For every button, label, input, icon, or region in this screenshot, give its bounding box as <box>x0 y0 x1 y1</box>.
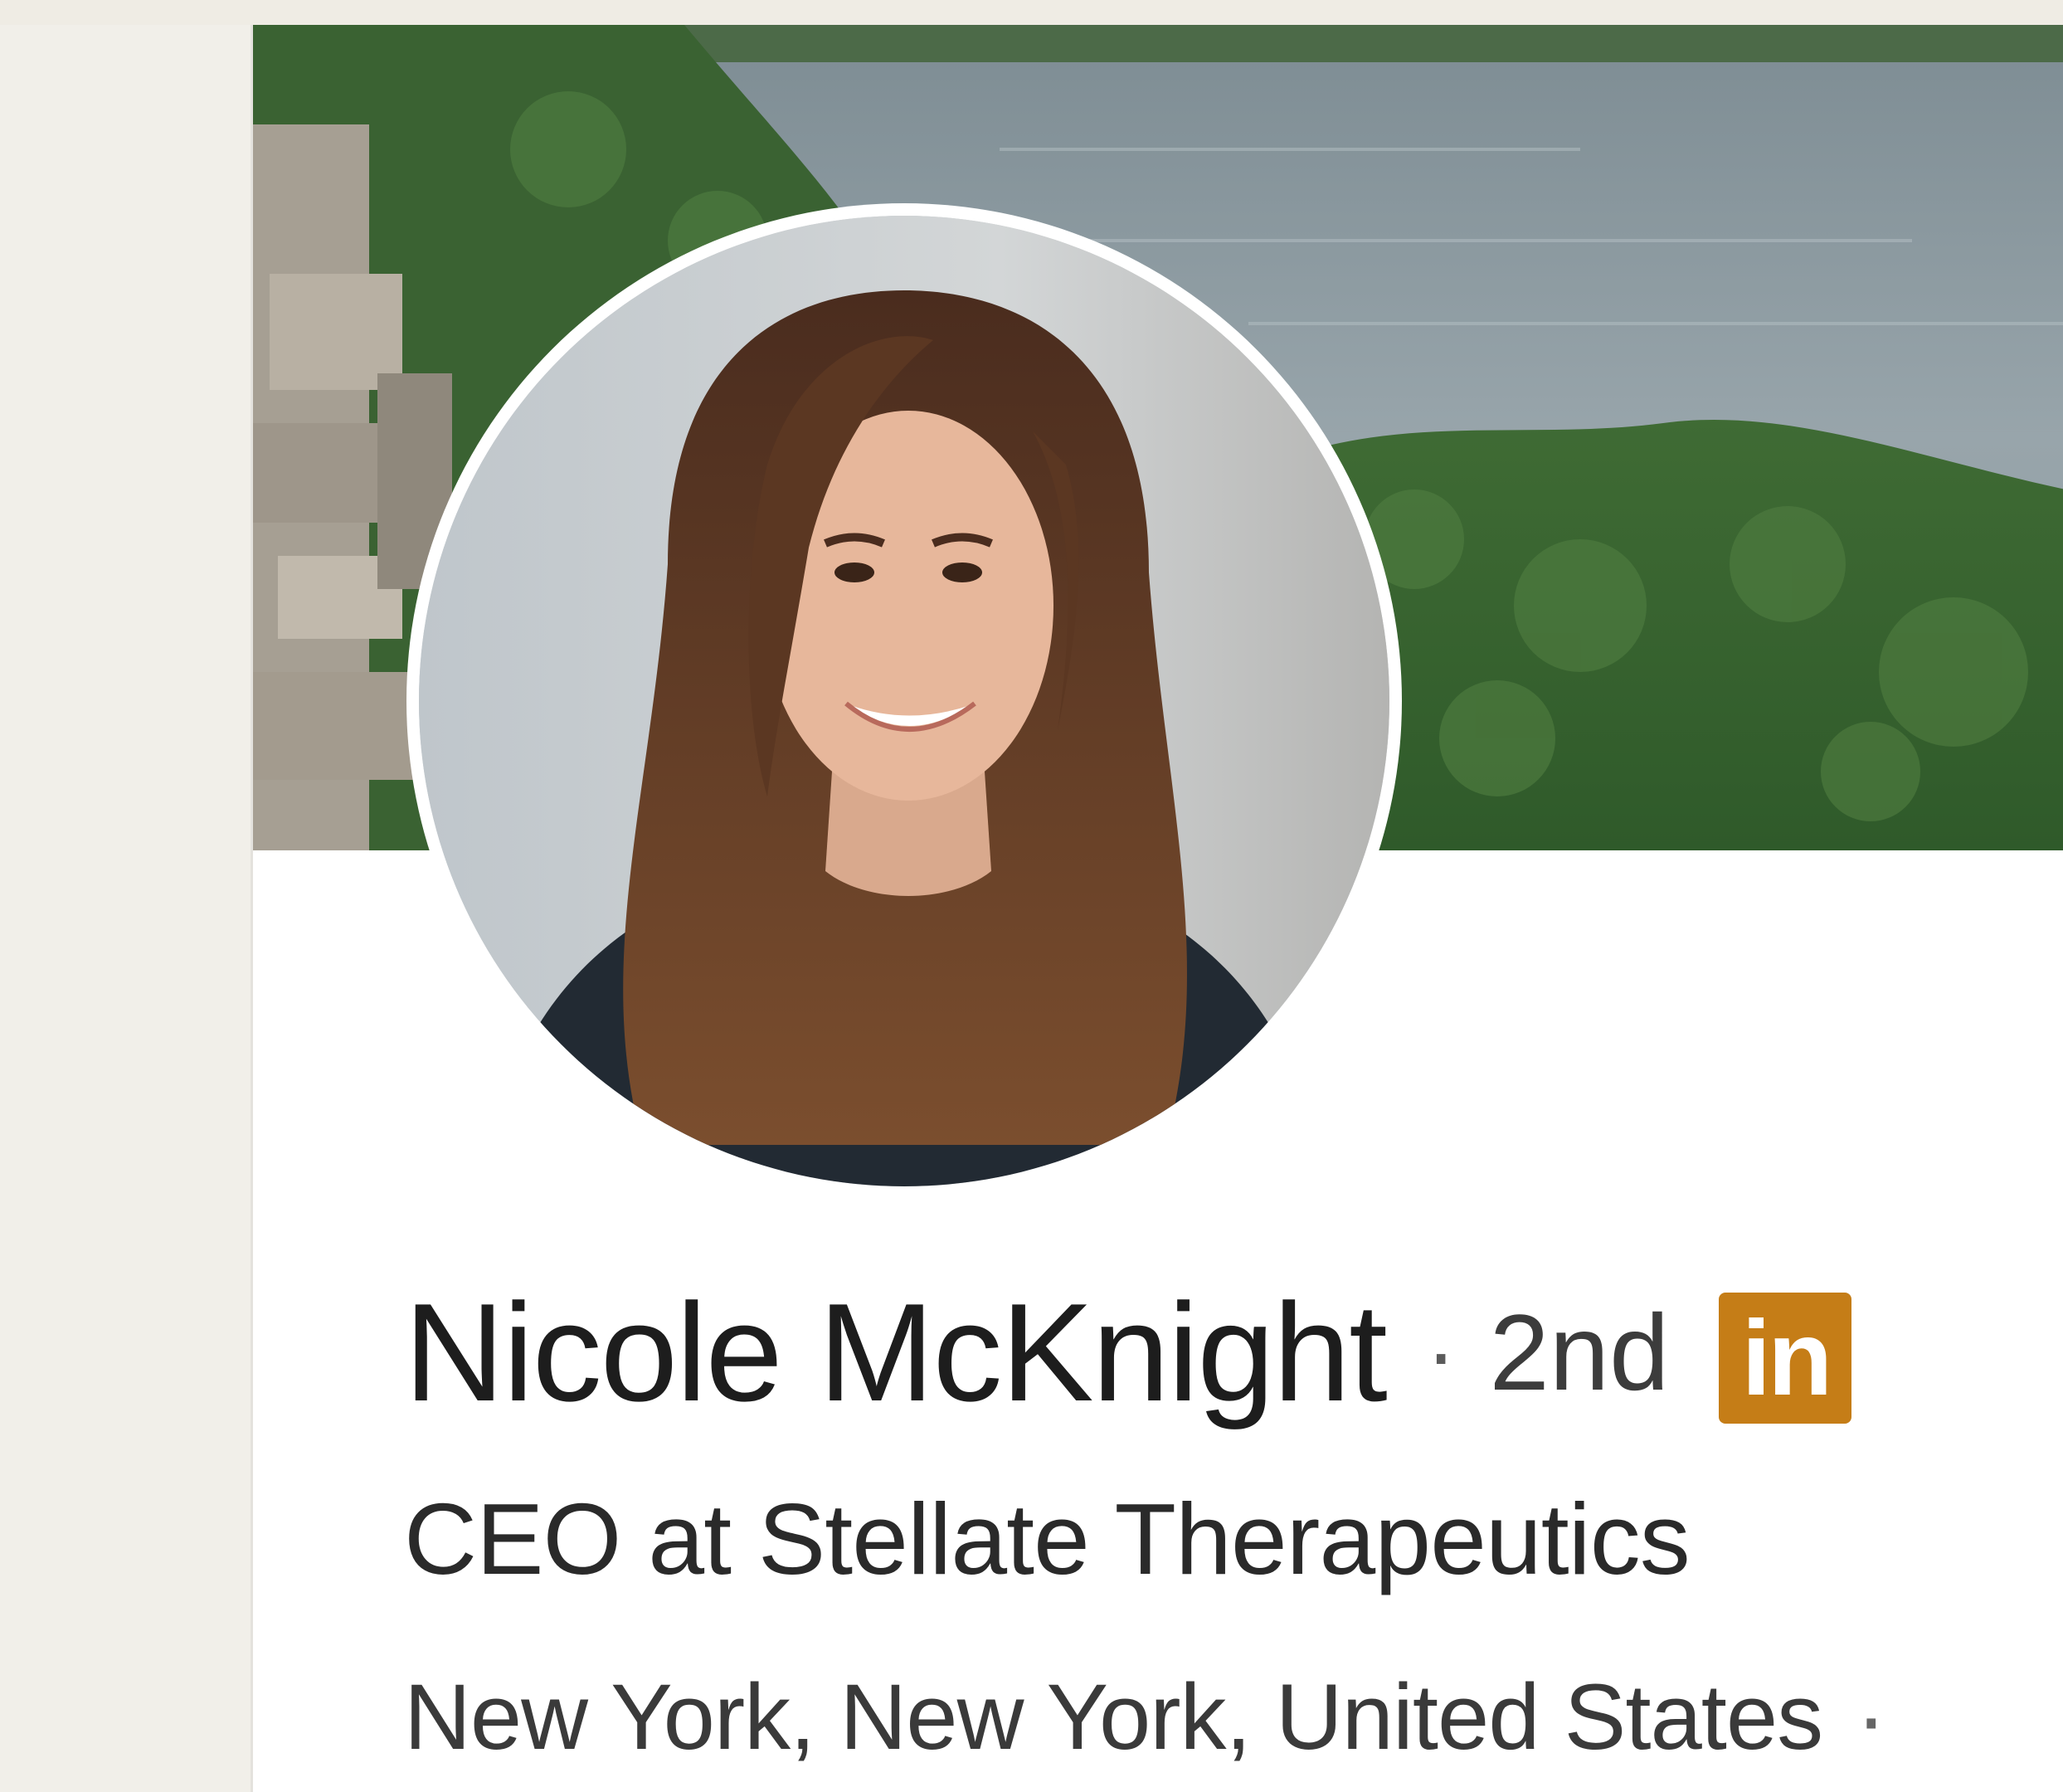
profile-avatar[interactable] <box>419 216 1389 1186</box>
linkedin-icon: in <box>1719 1293 1852 1424</box>
profile-headline: CEO at Stellate Therapeutics <box>404 1483 1691 1595</box>
profile-location-row: New York, New York, United States · <box>404 1663 1886 1770</box>
profile-name-row: Nicole McKnight · 2nd in <box>404 1269 1852 1435</box>
top-strip <box>0 0 2063 25</box>
profile-location: New York, New York, United States <box>404 1665 1823 1769</box>
location-separator: · <box>1856 1665 1886 1769</box>
profile-name[interactable]: Nicole McKnight <box>404 1273 1388 1433</box>
connection-degree: 2nd <box>1489 1292 1670 1413</box>
name-separator: · <box>1425 1301 1457 1404</box>
profile-card: Nicole McKnight · 2nd in CEO at Stellate… <box>251 25 2063 1792</box>
